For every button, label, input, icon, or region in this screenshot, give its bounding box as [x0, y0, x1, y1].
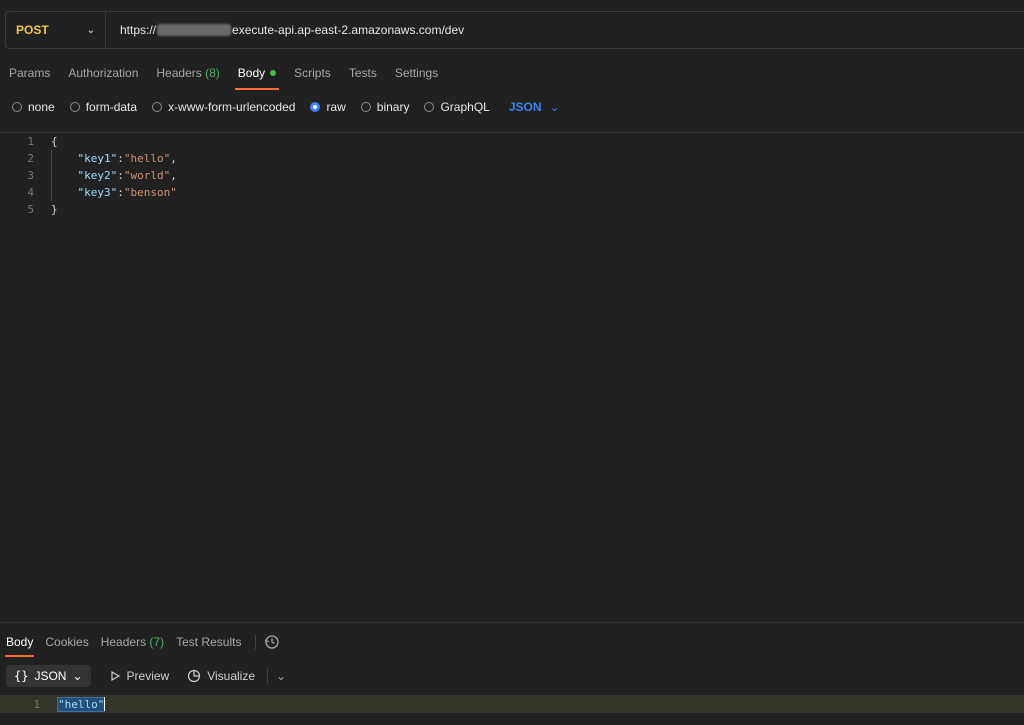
redacted-segment	[157, 24, 232, 36]
indent-guide	[51, 150, 52, 201]
tab-tests[interactable]: Tests	[340, 62, 386, 88]
tab-body[interactable]: Body	[229, 62, 285, 90]
braces-icon: {}	[14, 669, 29, 683]
radio-x-www-form-urlencoded[interactable]: x-www-form-urlencoded	[152, 100, 295, 114]
response-toolbar: {} JSON ⌄ Preview Visualize ⌄	[6, 665, 286, 687]
chevron-down-icon: ⌄	[72, 669, 83, 683]
history-icon[interactable]	[264, 634, 280, 650]
tab-response-body[interactable]: Body	[0, 630, 39, 657]
tab-authorization[interactable]: Authorization	[59, 62, 147, 88]
radio-graphql[interactable]: GraphQL	[424, 100, 490, 114]
editor-line: 4 "key3":"benson"	[27, 186, 177, 199]
editor-line: 3 "key2":"world",	[27, 169, 177, 182]
radio-binary[interactable]: binary	[360, 100, 409, 114]
separator	[255, 635, 257, 649]
body-indicator-dot	[270, 69, 277, 76]
format-dropdown[interactable]: JSON ⌄	[509, 100, 560, 114]
chevron-down-icon[interactable]: ⌄	[276, 669, 286, 683]
separator	[267, 669, 269, 683]
url-input[interactable]: https:// execute-api.ap-east-2.amazonaws…	[106, 23, 464, 37]
preview-button[interactable]: Preview	[109, 669, 169, 683]
play-icon	[110, 670, 120, 682]
response-value: "hello"	[56, 696, 106, 712]
response-tabs: Body Cookies Headers (7) Test Results	[0, 630, 280, 657]
method-label: POST	[16, 23, 49, 37]
tab-scripts[interactable]: Scripts	[285, 62, 340, 88]
radio-none[interactable]: none	[12, 100, 55, 114]
chevron-down-icon: ⌄	[549, 100, 560, 114]
radio-raw[interactable]: raw	[310, 100, 346, 114]
visualize-button[interactable]: Visualize	[187, 669, 255, 683]
chevron-down-icon: ⌄	[86, 24, 95, 36]
request-tabs: Params Authorization Headers (8) Body Sc…	[0, 62, 447, 90]
tab-params[interactable]: Params	[0, 62, 59, 88]
request-bar: POST ⌄ https:// execute-api.ap-east-2.am…	[5, 11, 1024, 49]
visualize-icon	[188, 669, 201, 683]
tab-response-headers[interactable]: Headers (7)	[95, 630, 170, 654]
request-body-editor[interactable]: 1{ 2 "key1":"hello", 3 "key2":"world", 4…	[0, 133, 1024, 218]
pane-divider[interactable]	[0, 622, 1024, 623]
body-type-options: none form-data x-www-form-urlencoded raw…	[12, 98, 560, 116]
editor-line: 2 "key1":"hello",	[27, 152, 177, 165]
response-body-line[interactable]: 1 "hello"	[0, 695, 1024, 713]
method-select[interactable]: POST ⌄	[6, 12, 106, 48]
url-suffix: execute-api.ap-east-2.amazonaws.com/dev	[232, 23, 465, 37]
tab-test-results[interactable]: Test Results	[170, 630, 247, 654]
tab-cookies[interactable]: Cookies	[39, 630, 94, 654]
editor-line: 5}	[27, 203, 58, 216]
tab-headers[interactable]: Headers (8)	[147, 62, 228, 88]
response-format-dropdown[interactable]: {} JSON ⌄	[6, 665, 91, 687]
url-prefix: https://	[120, 23, 157, 37]
headers-count: (8)	[205, 66, 220, 80]
radio-form-data[interactable]: form-data	[69, 100, 137, 114]
tab-settings[interactable]: Settings	[386, 62, 447, 88]
text-cursor	[104, 697, 106, 711]
editor-line: 1{	[27, 135, 58, 148]
